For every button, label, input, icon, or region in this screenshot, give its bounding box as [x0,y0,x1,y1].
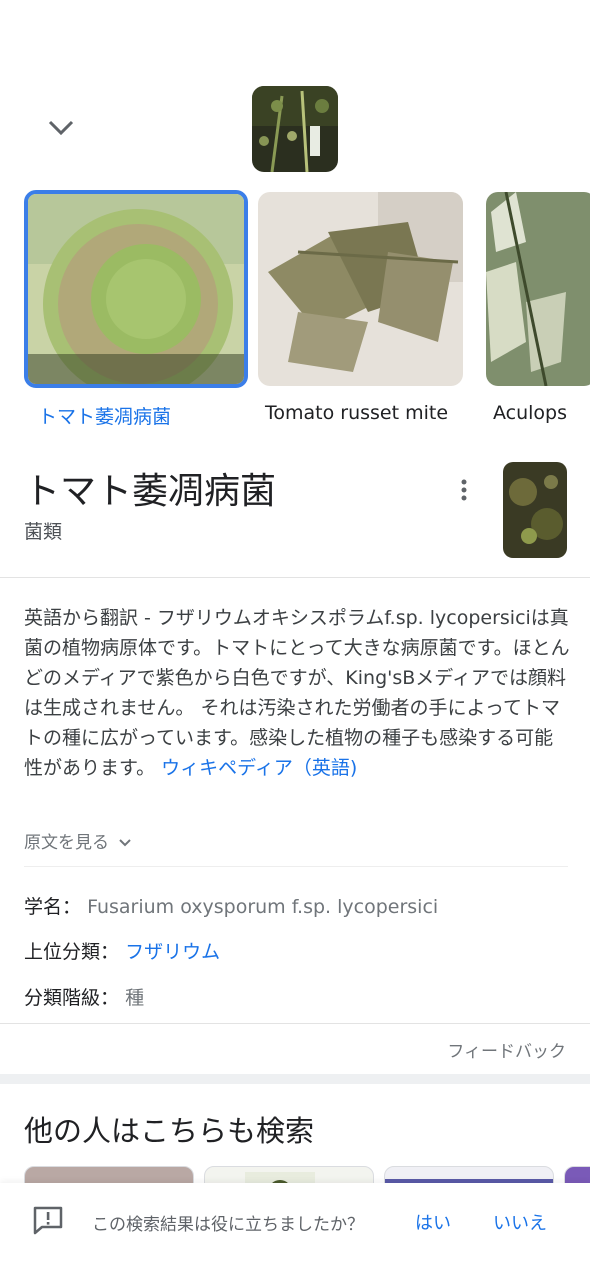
fact-value: 種 [125,987,145,1009]
show-original-label: 原文を見る [24,833,109,853]
entity-description: 英語から翻訳 - フザリウムオキシスポラムf.sp. lycopersiciは真… [24,603,572,783]
carousel-card-tomato-wilt[interactable] [24,190,248,388]
collapse-chevron-icon[interactable] [44,110,78,144]
helpful-yes-button[interactable]: はい [415,1209,451,1235]
parent-taxon-link[interactable]: フザリウム [125,941,220,963]
description-text: 英語から翻訳 - フザリウムオキシスポラムf.sp. lycopersiciは真… [24,607,570,779]
entity-thumbnail[interactable] [503,462,567,558]
header-thumbnail[interactable] [252,86,338,172]
feedback-link[interactable]: フィードバック [447,1037,566,1062]
fact-value: Fusarium oxysporum f.sp. lycopersici [87,896,439,918]
fact-label: 分類階級： [24,987,120,1009]
divider [24,866,568,867]
divider [0,1023,590,1024]
fact-scientific-name: 学名： Fusarium oxysporum f.sp. lycopersici [24,892,438,919]
fact-rank: 分類階級： 種 [24,983,144,1010]
divider [0,577,590,578]
feedback-icon [33,1206,63,1235]
section-separator [0,1074,590,1084]
carousel-label-aculops[interactable]: Aculops [493,402,567,424]
chevron-down-icon [119,839,132,847]
entity-title: トマト萎凋病菌 [24,471,277,512]
helpful-question: この検索結果は役に立ちましたか？ [92,1215,364,1235]
carousel-label-tomato-wilt[interactable]: トマト萎凋病菌 [38,402,171,429]
fact-label: 上位分類： [24,941,120,963]
fact-label: 学名： [24,896,82,918]
show-original-toggle[interactable]: 原文を見る [24,828,132,853]
wikipedia-link[interactable]: ウィキペディア（英語) [161,757,357,779]
entity-subtitle: 菌類 [24,521,63,543]
carousel-label-tomato-russet-mite[interactable]: Tomato russet mite [265,402,448,424]
people-also-search-heading: 他の人はこちらも検索 [24,1114,315,1148]
fact-parent-taxon: 上位分類： フザリウム [24,937,220,964]
more-options-icon[interactable] [452,476,476,504]
carousel-card-tomato-russet-mite[interactable] [258,192,463,386]
carousel-card-aculops[interactable] [486,192,590,386]
helpful-no-button[interactable]: いいえ [493,1209,547,1235]
